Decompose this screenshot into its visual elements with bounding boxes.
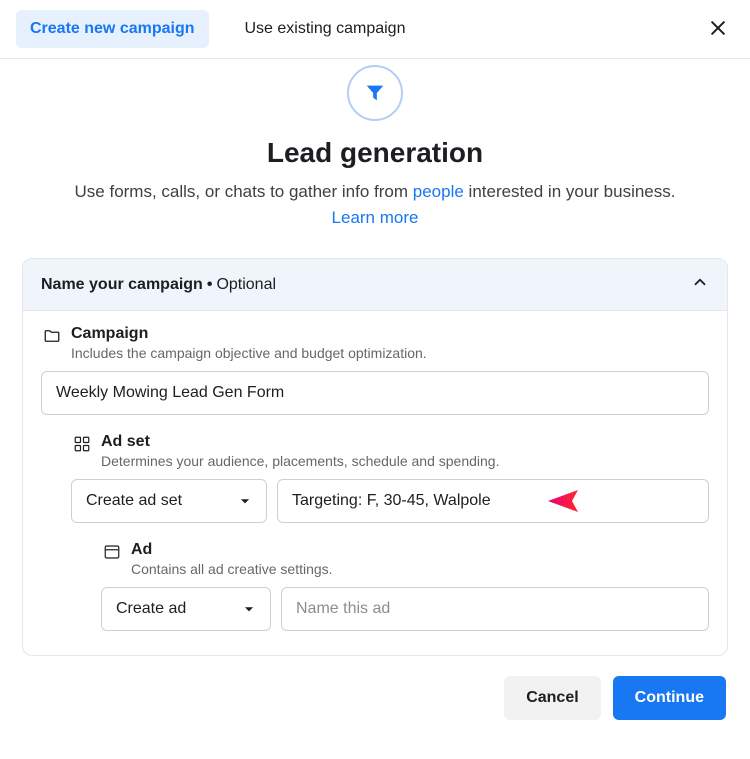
caret-down-icon (242, 602, 256, 616)
close-icon (708, 18, 728, 38)
campaign-description: Includes the campaign objective and budg… (71, 345, 709, 361)
adset-label: Ad set (101, 433, 709, 451)
create-adset-dropdown[interactable]: Create ad set (71, 479, 267, 523)
continue-button[interactable]: Continue (613, 676, 726, 720)
adset-section: Ad set Determines your audience, placeme… (41, 433, 709, 523)
tab-create-new-campaign[interactable]: Create new campaign (16, 10, 209, 48)
hero-section: Lead generation Use forms, calls, or cha… (0, 59, 750, 258)
campaign-section: Campaign Includes the campaign objective… (41, 325, 709, 415)
ad-description: Contains all ad creative settings. (131, 561, 709, 577)
footer: Cancel Continue (0, 656, 750, 730)
card-header-toggle[interactable]: Name your campaign•Optional (23, 259, 727, 311)
funnel-icon-circle (347, 65, 403, 121)
card-header-title: Name your campaign•Optional (41, 276, 276, 294)
adset-name-field-wrapper (277, 479, 709, 523)
ad-section: Ad Contains all ad creative settings. Cr… (41, 541, 709, 631)
folder-icon (41, 325, 63, 345)
funnel-icon (364, 82, 386, 104)
tab-use-existing-campaign[interactable]: Use existing campaign (231, 10, 420, 48)
adset-name-input[interactable] (292, 492, 694, 510)
cancel-button[interactable]: Cancel (504, 676, 600, 720)
campaign-label: Campaign (71, 325, 709, 343)
campaign-name-field-wrapper (41, 371, 709, 415)
chevron-up-icon (691, 273, 709, 296)
ad-icon (101, 541, 123, 561)
people-link[interactable]: people (413, 182, 464, 201)
page-title: Lead generation (60, 137, 690, 169)
ad-label: Ad (131, 541, 709, 559)
learn-more-link[interactable]: Learn more (332, 208, 419, 227)
caret-down-icon (238, 494, 252, 508)
ad-name-field-wrapper (281, 587, 709, 631)
adset-description: Determines your audience, placements, sc… (101, 453, 709, 469)
grid-icon (71, 433, 93, 453)
ad-name-input[interactable] (296, 600, 694, 618)
campaign-name-input[interactable] (56, 384, 694, 402)
create-ad-dropdown[interactable]: Create ad (101, 587, 271, 631)
close-button[interactable] (704, 14, 732, 42)
tab-bar: Create new campaign Use existing campaig… (0, 0, 750, 59)
name-campaign-card: Name your campaign•Optional Campaign Inc… (22, 258, 728, 656)
page-description: Use forms, calls, or chats to gather inf… (60, 179, 690, 230)
